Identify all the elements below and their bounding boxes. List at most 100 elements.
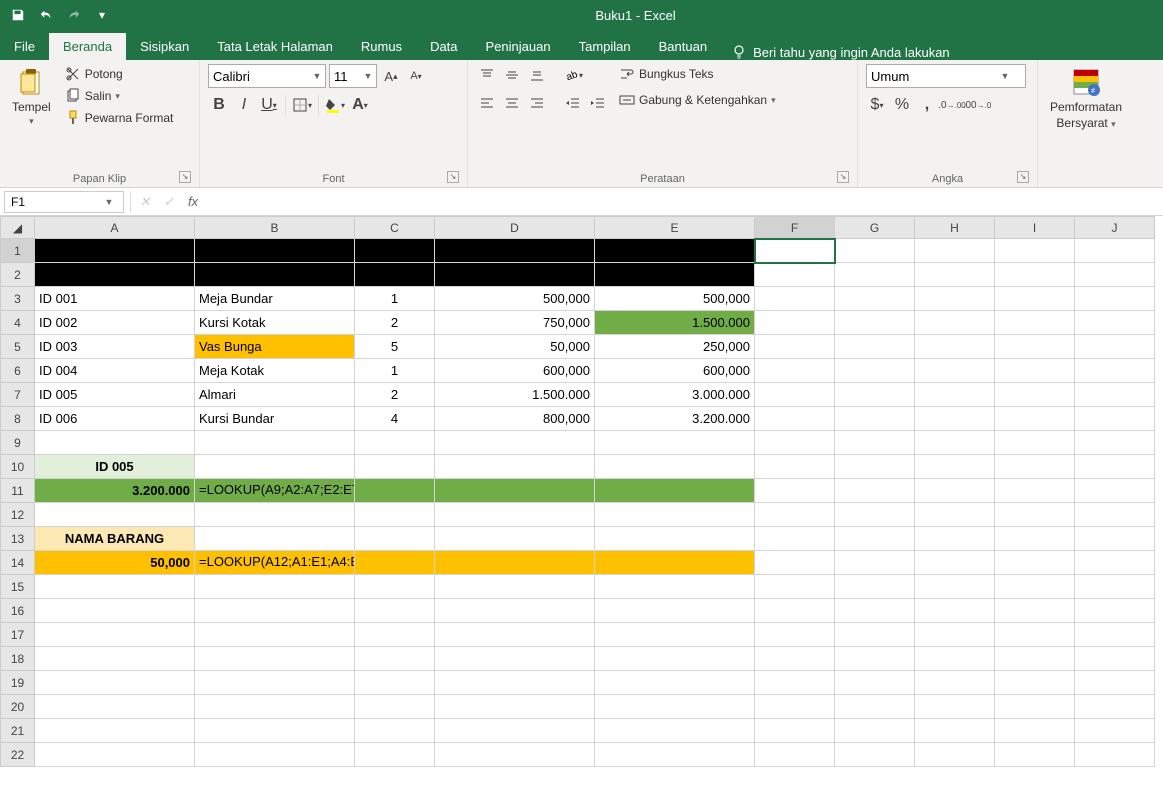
cell[interactable] [195, 455, 355, 479]
enter-formula-button[interactable]: ✓ [157, 194, 181, 210]
qat-customize[interactable]: ▾ [90, 3, 114, 27]
cell[interactable]: 50,000 [35, 551, 195, 575]
cell[interactable]: 600,000 [435, 359, 595, 383]
cell[interactable] [995, 287, 1075, 311]
format-painter-button[interactable]: Pewarna Format [61, 108, 178, 128]
align-middle-button[interactable] [501, 64, 523, 86]
cell[interactable] [835, 455, 915, 479]
align-left-button[interactable] [476, 92, 498, 114]
cell[interactable] [995, 671, 1075, 695]
cell[interactable] [1075, 647, 1155, 671]
cell[interactable] [755, 359, 835, 383]
chevron-down-icon[interactable]: ▼ [309, 71, 325, 81]
tab-view[interactable]: Tampilan [565, 33, 645, 60]
font-size-combo[interactable]: ▼ [329, 64, 377, 88]
cell[interactable] [995, 383, 1075, 407]
cell[interactable] [755, 407, 835, 431]
cell[interactable] [915, 743, 995, 767]
row-header[interactable]: 10 [1, 455, 35, 479]
font-name-combo[interactable]: ▼ [208, 64, 326, 88]
row-header[interactable]: 21 [1, 719, 35, 743]
cell[interactable] [355, 671, 435, 695]
cell[interactable] [915, 671, 995, 695]
cell[interactable] [435, 527, 595, 551]
cell[interactable] [195, 647, 355, 671]
cell[interactable] [835, 551, 915, 575]
cell[interactable] [355, 551, 435, 575]
cell[interactable] [835, 599, 915, 623]
cell[interactable]: ID 001 [35, 287, 195, 311]
cell[interactable] [595, 575, 755, 599]
row-header[interactable]: 6 [1, 359, 35, 383]
cell[interactable] [195, 623, 355, 647]
cell[interactable] [755, 335, 835, 359]
cell[interactable]: Vas Bunga [195, 335, 355, 359]
cell[interactable] [755, 383, 835, 407]
cell[interactable]: 2 [195, 263, 355, 287]
cell[interactable] [435, 719, 595, 743]
cell[interactable] [915, 335, 995, 359]
cell[interactable] [835, 359, 915, 383]
save-button[interactable] [6, 3, 30, 27]
cell[interactable] [995, 623, 1075, 647]
cell[interactable]: 500,000 [595, 287, 755, 311]
cell[interactable] [595, 455, 755, 479]
cell[interactable] [995, 647, 1075, 671]
cell[interactable]: ID PESANAN [35, 239, 195, 263]
cell[interactable] [355, 527, 435, 551]
number-launcher[interactable]: ↘ [1017, 171, 1029, 183]
cell[interactable] [915, 383, 995, 407]
cell[interactable] [915, 407, 995, 431]
chevron-down-icon[interactable]: ▼ [360, 71, 376, 81]
cell[interactable] [355, 623, 435, 647]
redo-button[interactable] [62, 3, 86, 27]
cell[interactable]: 3.200.000 [35, 479, 195, 503]
cell[interactable] [995, 575, 1075, 599]
cell[interactable]: 4 [355, 407, 435, 431]
increase-indent-button[interactable] [587, 92, 609, 114]
cell[interactable] [355, 503, 435, 527]
cell[interactable]: 2 [355, 383, 435, 407]
cell[interactable] [1075, 527, 1155, 551]
copy-button[interactable]: Salin ▾ [61, 86, 178, 106]
cell[interactable] [1075, 695, 1155, 719]
cell[interactable] [355, 599, 435, 623]
row-header[interactable]: 11 [1, 479, 35, 503]
cell[interactable] [435, 743, 595, 767]
cell[interactable] [915, 719, 995, 743]
cell[interactable] [915, 479, 995, 503]
cell[interactable] [1075, 671, 1155, 695]
align-top-button[interactable] [476, 64, 498, 86]
cell[interactable]: 5 [595, 263, 755, 287]
cell[interactable]: 1 [355, 287, 435, 311]
fill-color-button[interactable]: ▾ [324, 94, 346, 116]
cell[interactable]: HARGA [435, 239, 595, 263]
cell[interactable] [1075, 503, 1155, 527]
cell[interactable] [1075, 455, 1155, 479]
cell[interactable] [915, 575, 995, 599]
cell[interactable]: ID 003 [35, 335, 195, 359]
cell[interactable]: ID 004 [35, 359, 195, 383]
cell[interactable] [835, 575, 915, 599]
tab-file[interactable]: File [0, 33, 49, 60]
cell[interactable] [915, 647, 995, 671]
cell[interactable] [435, 551, 595, 575]
cell[interactable] [35, 647, 195, 671]
row-header[interactable]: 14 [1, 551, 35, 575]
cell[interactable] [995, 263, 1075, 287]
cell[interactable] [755, 455, 835, 479]
cell[interactable] [995, 743, 1075, 767]
cell[interactable] [835, 263, 915, 287]
row-header[interactable]: 3 [1, 287, 35, 311]
decrease-decimal-button[interactable]: .00→.0 [966, 94, 988, 116]
cell[interactable] [835, 743, 915, 767]
row-header[interactable]: 19 [1, 671, 35, 695]
cell[interactable] [755, 431, 835, 455]
cell[interactable] [595, 599, 755, 623]
cell[interactable] [195, 575, 355, 599]
cell[interactable] [595, 719, 755, 743]
col-header[interactable]: H [915, 217, 995, 239]
cancel-formula-button[interactable]: ✕ [133, 194, 157, 210]
cell[interactable] [1075, 575, 1155, 599]
cell[interactable] [595, 503, 755, 527]
